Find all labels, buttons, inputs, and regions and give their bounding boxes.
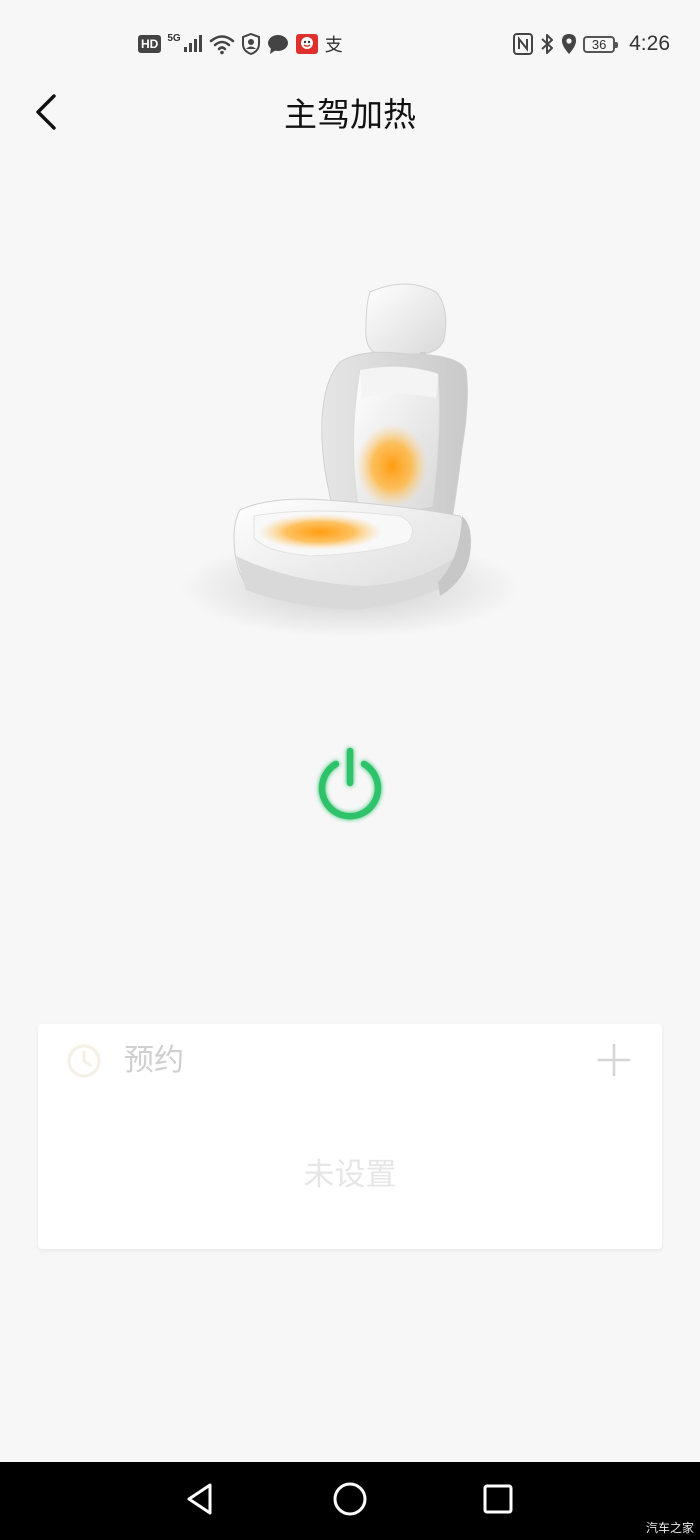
- status-bar: HD 5G 支 36 4:26: [0, 0, 700, 88]
- status-bar-left: HD 5G 支: [138, 31, 343, 57]
- clock-icon: [66, 1043, 102, 1079]
- network-type-label: 5G: [167, 32, 181, 44]
- plus-icon: [597, 1043, 631, 1081]
- profile-shield-icon: [241, 33, 261, 55]
- wifi-icon: [209, 33, 235, 55]
- location-icon: [561, 33, 577, 55]
- watermark: 汽车之家: [645, 1521, 694, 1535]
- page-title: 主驾加热: [284, 95, 416, 134]
- schedule-card: 预约 未设置: [38, 1024, 662, 1249]
- power-button[interactable]: [310, 745, 390, 825]
- status-bar-right: 36 4:26: [513, 31, 670, 57]
- power-icon: [310, 743, 390, 827]
- battery-level: 36: [591, 36, 607, 52]
- status-time: 4:26: [629, 32, 670, 55]
- signal-strength-icon: [183, 33, 203, 55]
- app-icon: [295, 33, 319, 55]
- nfc-icon: [513, 33, 534, 55]
- chat-icon: [267, 33, 289, 55]
- circle-home-icon: [332, 1481, 368, 1521]
- nav-home-button[interactable]: [330, 1481, 370, 1521]
- alipay-icon: 支: [324, 35, 343, 56]
- heated-seat-illustration: [170, 270, 530, 650]
- battery-icon: 36: [583, 35, 619, 53]
- schedule-empty-text: 未设置: [303, 1157, 397, 1193]
- triangle-back-icon: [184, 1482, 216, 1520]
- hd-icon: HD: [138, 35, 162, 53]
- nav-recents-button[interactable]: [478, 1481, 518, 1521]
- add-schedule-button[interactable]: [592, 1040, 636, 1084]
- bluetooth-icon: [539, 33, 555, 55]
- schedule-title: 预约: [124, 1043, 184, 1078]
- nav-back-button[interactable]: [180, 1481, 220, 1521]
- square-recents-icon: [482, 1483, 514, 1519]
- system-nav-bar: 汽车之家: [0, 1462, 700, 1540]
